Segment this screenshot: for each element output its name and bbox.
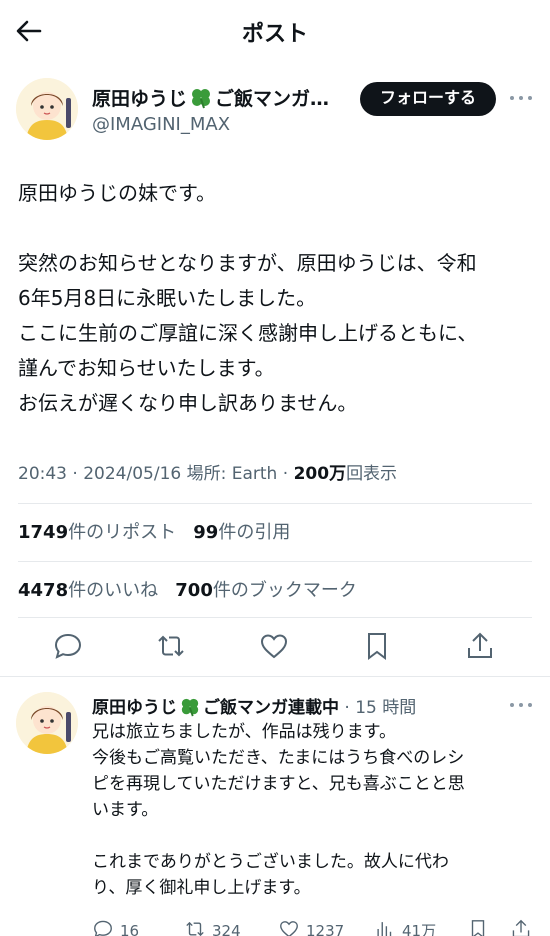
reply-repost-button[interactable]: 324: [184, 918, 241, 936]
likes-count: 4478: [18, 580, 69, 601]
views-label: 回表示: [346, 464, 398, 484]
post-meta: 20:43 · 2024/05/16 場所: Earth · 200万回表示: [18, 464, 398, 484]
repost-stats: 1749件のリポスト 99件の引用: [18, 518, 290, 544]
author-handle[interactable]: @IMAGINI_MAX: [92, 114, 230, 135]
quotes-label: 件の引用: [218, 522, 291, 543]
bookmark-icon[interactable]: [361, 630, 393, 662]
reply-views-button[interactable]: 41万: [374, 918, 436, 936]
reply-likes-count: 1237: [306, 922, 345, 936]
follow-button[interactable]: フォローする: [360, 82, 496, 116]
clover-icon: [181, 698, 199, 717]
views-icon: [377, 922, 392, 936]
reply-views-count: 41万: [402, 922, 437, 936]
reply-line: ピを再現していただけますと、兄も喜ぶことと思: [92, 774, 465, 794]
reply-share-button[interactable]: [510, 918, 538, 936]
reply-replies-count: 16: [120, 922, 140, 936]
reply-bookmark-button[interactable]: [467, 918, 495, 936]
reply-line: 兄は旅立ちましたが、作品は残ります。: [92, 722, 396, 742]
divider: [18, 617, 532, 618]
reply-more-options-icon[interactable]: [510, 700, 534, 710]
share-icon[interactable]: [464, 630, 496, 662]
share-icon: [512, 919, 530, 936]
reply-icon[interactable]: [52, 630, 84, 662]
author-name-part: 原田ゆうじ: [92, 88, 188, 110]
reply-author-avatar[interactable]: [16, 692, 78, 754]
post-line: 突然のお知らせとなりますが、原田ゆうじは、令和: [18, 251, 477, 275]
divider: [18, 561, 532, 562]
top-bar: ポスト: [0, 0, 550, 62]
reply-name-part: 原田ゆうじ: [92, 698, 177, 718]
bookmarks-count: 700: [175, 580, 213, 601]
clover-icon: [192, 89, 211, 109]
repost-icon: [186, 921, 204, 936]
author-name[interactable]: 原田ゆうじ ご飯マンガ…: [92, 84, 329, 111]
reply-author-name[interactable]: 原田ゆうじ ご飯マンガ連載中 · 15 時間: [92, 693, 416, 718]
post-line: 6年5月8日に永眠いたしました。: [18, 286, 317, 310]
reply-actions: 16 324 1237 41万: [92, 918, 542, 936]
author-name-part: ご飯マンガ…: [215, 88, 330, 110]
reposts-stat[interactable]: 1749件のリポスト: [18, 522, 176, 543]
views-number: 200: [293, 464, 330, 484]
post-location: 場所: Earth: [186, 464, 278, 484]
likes-stat[interactable]: 4478件のいいね: [18, 580, 158, 601]
post-line: 原田ゆうじの妹です。: [18, 181, 216, 205]
post-time[interactable]: 20:43: [18, 464, 67, 484]
post-body: 原田ゆうじの妹です。 突然のお知らせとなりますが、原田ゆうじは、令和 6年5月8…: [18, 176, 538, 421]
post-date[interactable]: 2024/05/16: [83, 464, 181, 484]
quotes-count: 99: [193, 522, 219, 543]
reply-reply-button[interactable]: 16: [92, 918, 139, 936]
reply-icon: [94, 920, 112, 936]
post-line: お伝えが遅くなり申し訳ありません。: [18, 391, 358, 415]
reply-line: います。: [92, 800, 159, 820]
reposts-count: 1749: [18, 522, 69, 543]
post-line: ここに生前のご厚誼に深く感謝申し上げるともに、: [18, 321, 478, 345]
reply-line: り、厚く御礼申し上げます。: [92, 878, 311, 898]
post-line: 謹んでお知らせいたします。: [18, 356, 275, 380]
divider: [0, 676, 550, 677]
repost-icon[interactable]: [155, 630, 187, 662]
like-icon: [280, 921, 298, 936]
reply-time[interactable]: 15 時間: [355, 698, 416, 718]
reply-line: これまでありがとうございました。故人に代わ: [92, 852, 449, 872]
reply-name-part: ご飯マンガ連載中: [203, 698, 339, 718]
quotes-stat[interactable]: 99件の引用: [193, 522, 290, 543]
reposts-label: 件のリポスト: [68, 522, 177, 543]
divider: [18, 503, 532, 504]
reply-body: 兄は旅立ちましたが、作品は残ります。 今後もご高覧いただき、たまにはうち食べのレ…: [92, 719, 532, 901]
like-icon[interactable]: [258, 630, 290, 662]
reply-line: 今後もご高覧いただき、たまにはうち食べのレシ: [92, 748, 465, 768]
likes-label: 件のいいね: [68, 580, 159, 601]
bookmark-icon: [471, 920, 485, 936]
bookmarks-label: 件のブックマーク: [212, 580, 357, 601]
author-avatar[interactable]: [16, 78, 78, 140]
views-unit: 万: [329, 464, 347, 484]
reply-like-button[interactable]: 1237: [278, 918, 344, 936]
page-title: ポスト: [241, 22, 308, 47]
bookmarks-stat[interactable]: 700件のブックマーク: [175, 580, 357, 601]
reply-reposts-count: 324: [212, 922, 241, 936]
more-options-icon[interactable]: [510, 93, 534, 103]
like-stats: 4478件のいいね 700件のブックマーク: [18, 576, 357, 602]
